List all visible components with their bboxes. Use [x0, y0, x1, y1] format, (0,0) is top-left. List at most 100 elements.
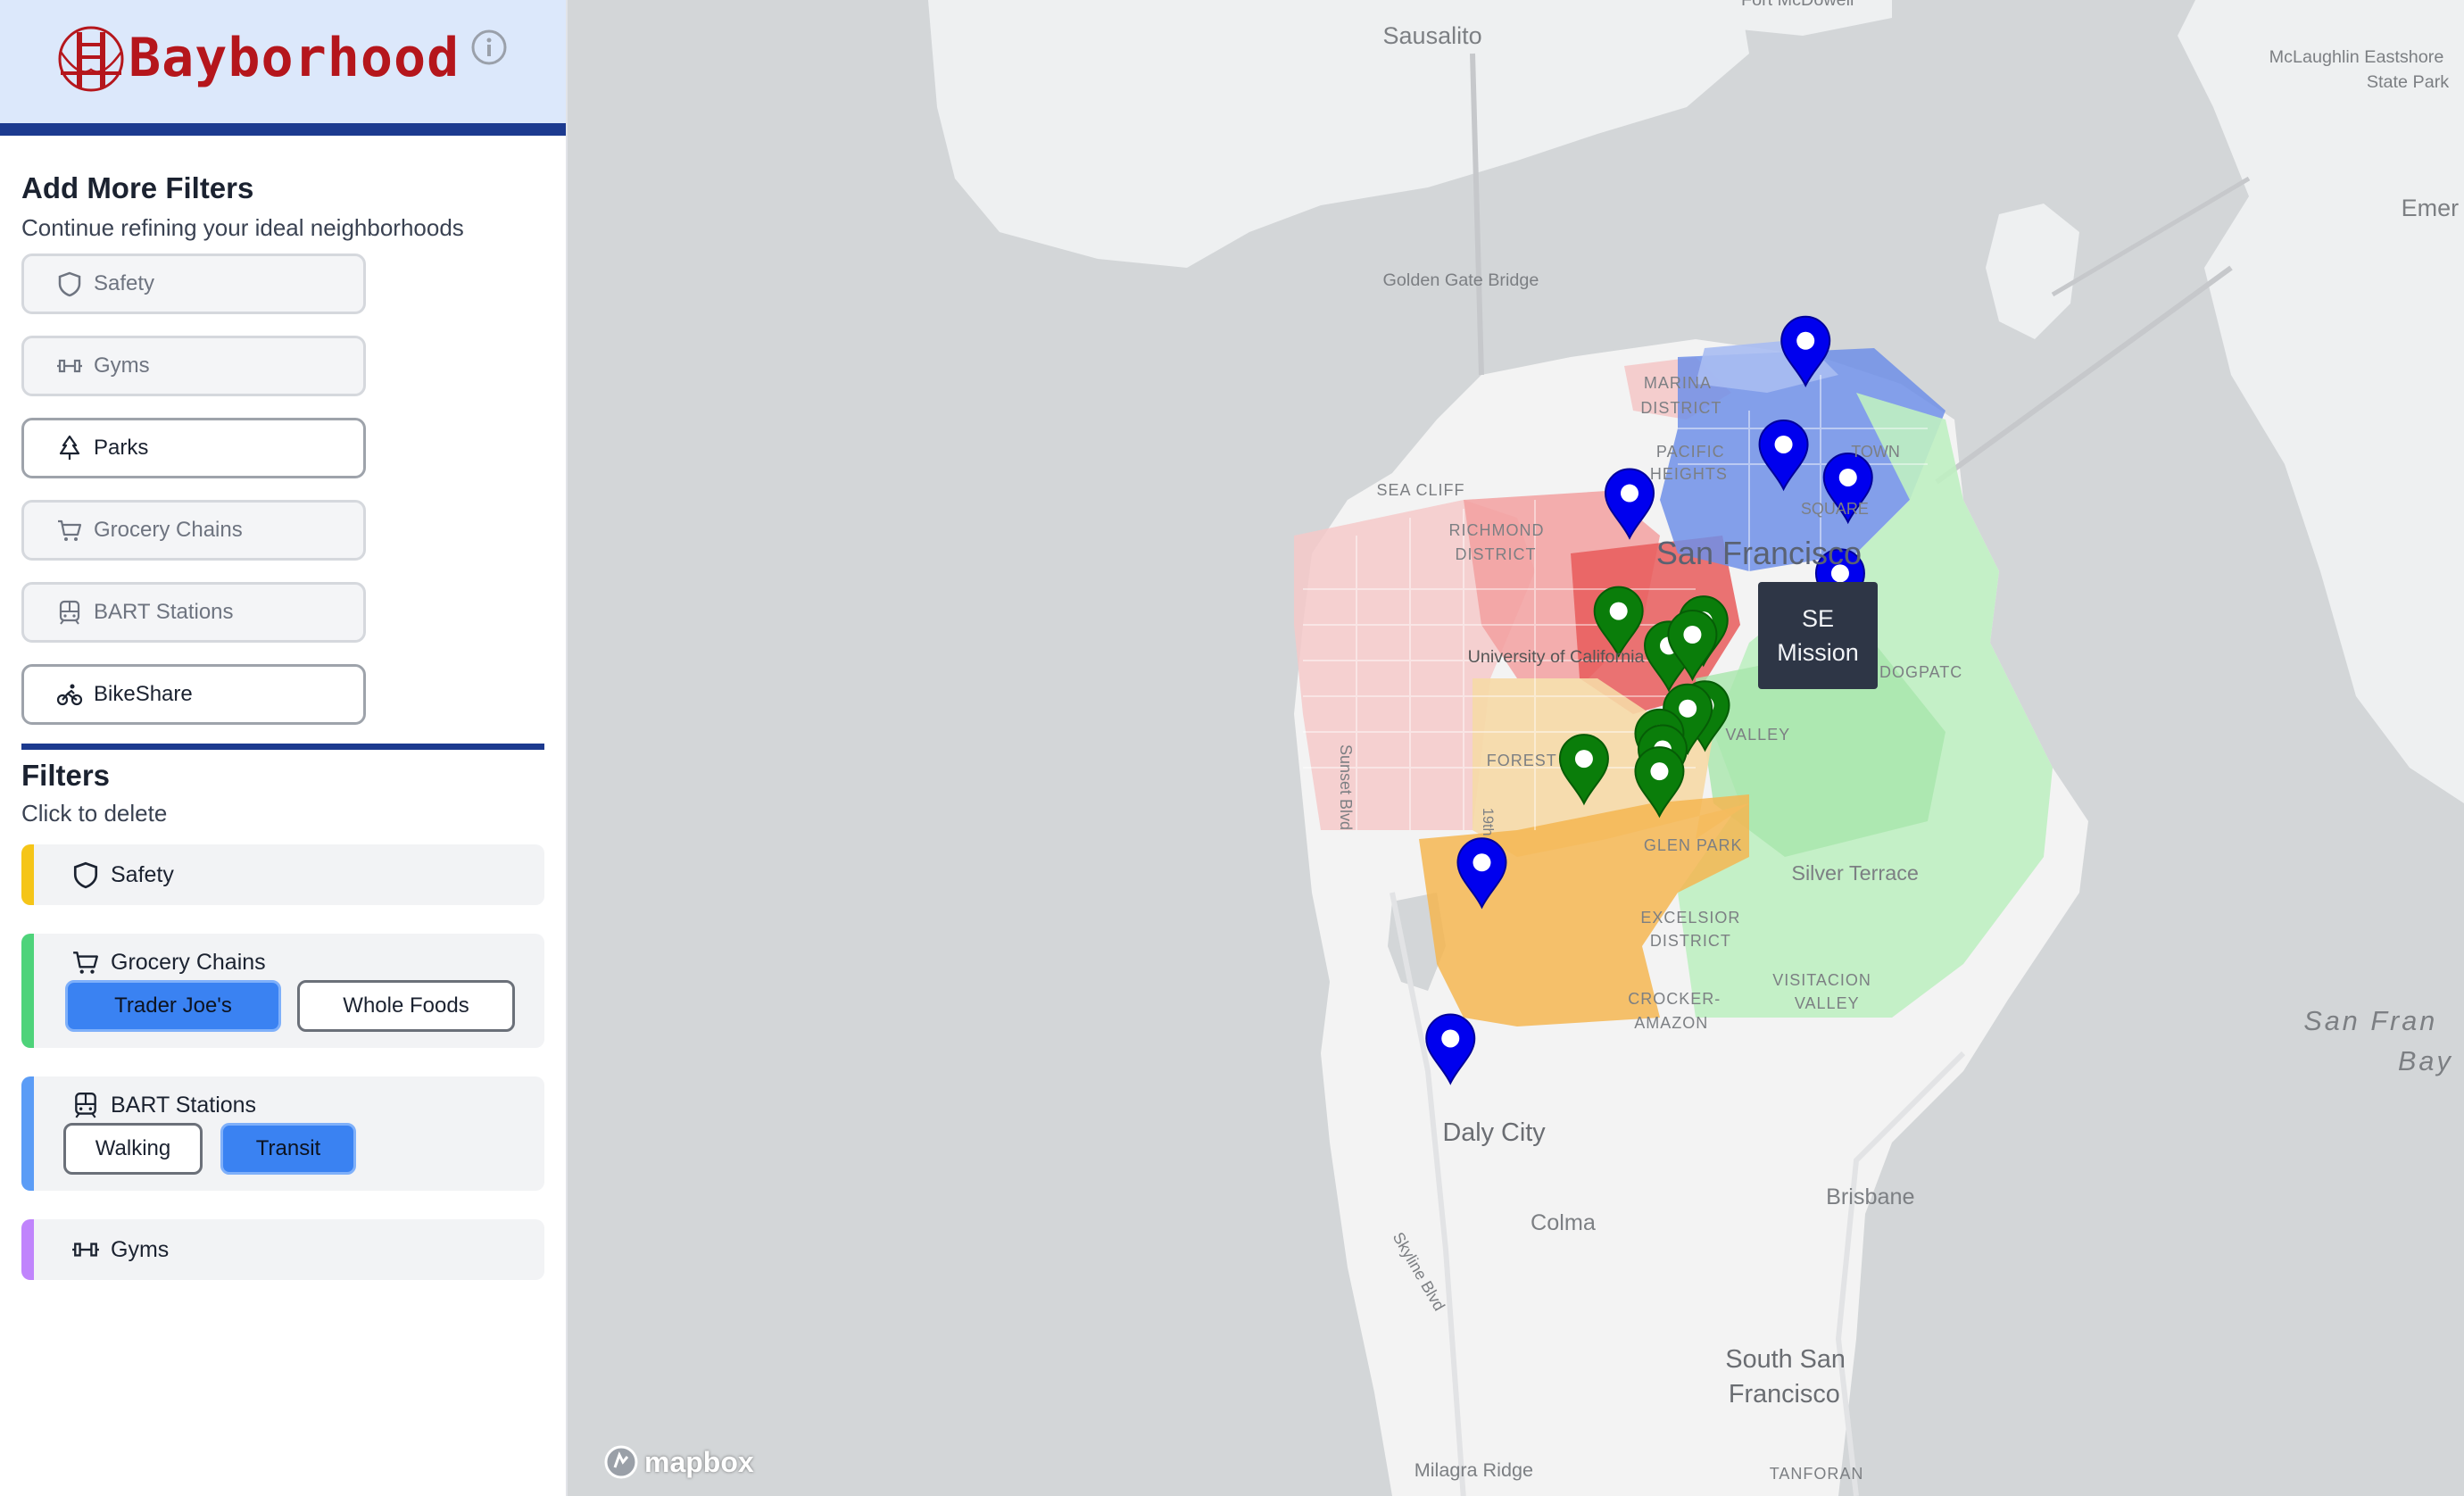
filter-color-strip: [21, 1219, 34, 1280]
train-icon: [70, 1089, 102, 1121]
add-grocery-button[interactable]: Grocery Chains: [21, 500, 366, 561]
add-parks-label: Parks: [94, 436, 149, 460]
header-divider: [0, 123, 566, 136]
mapbox-label: mapbox: [644, 1445, 754, 1478]
filters-subtitle: Click to delete: [21, 800, 168, 827]
add-filters-title: Add More Filters: [21, 171, 254, 204]
filter-header: Grocery Chains: [70, 946, 266, 978]
shield-icon: [70, 859, 102, 891]
dumbbell-icon: [70, 1234, 102, 1266]
map-label-mclaughlin-2: State Park: [2366, 71, 2450, 92]
map-label-excelsior-2: DISTRICT: [1649, 931, 1731, 950]
map-label-crocker-1: CROCKER-: [1628, 990, 1721, 1009]
filter-label: Gyms: [111, 1236, 170, 1262]
filter-color-strip: [21, 934, 34, 1048]
section-divider: [21, 744, 544, 750]
map-label-richmond-2: DISTRICT: [1455, 544, 1537, 563]
map-label-richmond-1: RICHMOND: [1448, 521, 1545, 540]
map-label-colma: Colma: [1531, 1209, 1596, 1235]
map-label-visitacion-1: VISITACION: [1772, 970, 1871, 989]
add-bart-button[interactable]: BART Stations: [21, 582, 366, 643]
add-bikeshare-label: BikeShare: [94, 682, 193, 706]
app-title: Bayborhood: [129, 27, 460, 89]
map-label-marina-1: MARINA: [1643, 374, 1712, 392]
add-bart-label: BART Stations: [94, 600, 234, 624]
map-label-chinatown: TOWN: [1851, 443, 1900, 461]
filter-card-grocery[interactable]: Grocery Chains Trader Joe's Whole Foods: [21, 934, 544, 1048]
map-label-pacific-1: PACIFIC: [1655, 443, 1725, 461]
map-label-south-sf-2: Francisco: [1728, 1379, 1840, 1409]
app-header: Bayborhood: [0, 0, 566, 123]
sidebar: Bayborhood Add More Filters Continue ref…: [0, 0, 568, 1496]
map-canvas[interactable]: Sausalito Fort McDowell McLaughlin Easts…: [593, 0, 2464, 1496]
map-label-sf-bay-2: Bay: [2398, 1046, 2453, 1077]
map-label-tanforan: TANFORAN: [1769, 1464, 1864, 1483]
tree-icon: [54, 433, 85, 463]
map-label-19th: 19th: [1480, 807, 1497, 836]
map-label-forest: FOREST: [1486, 751, 1557, 769]
tooltip-line-2: Mission: [1777, 639, 1859, 666]
map-label-milagra-ridge: Milagra Ridge: [1414, 1458, 1533, 1481]
filter-label: BART Stations: [111, 1092, 257, 1118]
train-icon: [54, 597, 85, 627]
map-label-south-sf-1: South San: [1725, 1344, 1846, 1374]
map-label-marina-2: DISTRICT: [1640, 399, 1722, 418]
option-trader-joes[interactable]: Trader Joe's: [65, 980, 281, 1032]
map-label-visitacion-2: VALLEY: [1794, 994, 1860, 1013]
add-bikeshare-button[interactable]: BikeShare: [21, 664, 366, 725]
map-label-dogpatch: DOGPATC: [1879, 662, 1963, 681]
map-label-brisbane: Brisbane: [1826, 1184, 1915, 1210]
shield-icon: [54, 269, 85, 299]
add-gyms-button[interactable]: Gyms: [21, 336, 366, 396]
map-label-golden-gate-bridge: Golden Gate Bridge: [1382, 270, 1539, 290]
filter-label: Safety: [111, 861, 174, 887]
map-label-sea-cliff: SEA CLIFF: [1376, 480, 1465, 499]
mapbox-icon: [604, 1445, 638, 1479]
option-whole-foods[interactable]: Whole Foods: [297, 980, 515, 1032]
map-label-emeryville: Emer: [2401, 195, 2460, 222]
add-parks-button[interactable]: Parks: [21, 418, 366, 478]
map-label-union-square: SQUARE: [1800, 499, 1869, 518]
map-label-sf-bay-1: San Fran: [2303, 1005, 2438, 1036]
map-base: [928, 0, 2464, 1496]
filter-card-safety[interactable]: Safety: [21, 844, 544, 905]
map-label-pacific-2: HEIGHTS: [1649, 465, 1728, 484]
bike-icon: [54, 679, 85, 710]
filter-card-bart[interactable]: BART Stations Walking Transit: [21, 1076, 544, 1191]
filter-label: Grocery Chains: [111, 949, 266, 975]
filter-header: Safety: [70, 859, 174, 891]
filters-title: Filters: [21, 759, 111, 792]
option-transit[interactable]: Transit: [220, 1123, 356, 1175]
filter-header: Gyms: [70, 1234, 169, 1266]
filter-header: BART Stations: [70, 1089, 256, 1121]
add-grocery-label: Grocery Chains: [94, 518, 243, 542]
dumbbell-icon: [54, 351, 85, 381]
golden-gate-logo-icon: [57, 25, 125, 97]
filter-color-strip: [21, 844, 34, 905]
map-label-sausalito: Sausalito: [1382, 21, 1482, 49]
map-label-san-francisco: San Francisco: [1655, 534, 1863, 571]
map-label-fort-mcdowell: Fort McDowell: [1741, 0, 1854, 11]
map-label-glen-park: GLEN PARK: [1643, 835, 1743, 854]
cart-icon: [54, 515, 85, 545]
add-filters-subtitle: Continue refining your ideal neighborhoo…: [21, 214, 464, 241]
map-label-sunset-blvd: Sunset Blvd: [1336, 744, 1355, 831]
map-label-ucsf: University of California: [1467, 647, 1645, 668]
map-label-excelsior-1: EXCELSIOR: [1640, 908, 1741, 927]
mapbox-logo[interactable]: mapbox: [603, 1444, 754, 1480]
cart-icon: [70, 946, 102, 978]
neighborhood-tooltip: SE Mission: [1758, 582, 1878, 689]
map-label-valley: VALLEY: [1725, 726, 1791, 744]
filter-card-gyms[interactable]: Gyms: [21, 1219, 544, 1280]
add-safety-label: Safety: [94, 271, 155, 295]
tooltip-line-1: SE: [1801, 605, 1835, 632]
add-gyms-label: Gyms: [94, 353, 150, 378]
filter-color-strip: [21, 1076, 34, 1191]
info-icon[interactable]: [470, 29, 508, 71]
option-walking[interactable]: Walking: [63, 1123, 203, 1175]
map-label-crocker-2: AMAZON: [1634, 1013, 1709, 1032]
map-label-mclaughlin-1: McLaughlin Eastshore: [2269, 46, 2444, 67]
map-label-daly-city: Daly City: [1442, 1118, 1546, 1148]
add-safety-button[interactable]: Safety: [21, 253, 366, 314]
map-label-silver-terrace: Silver Terrace: [1791, 860, 1919, 885]
